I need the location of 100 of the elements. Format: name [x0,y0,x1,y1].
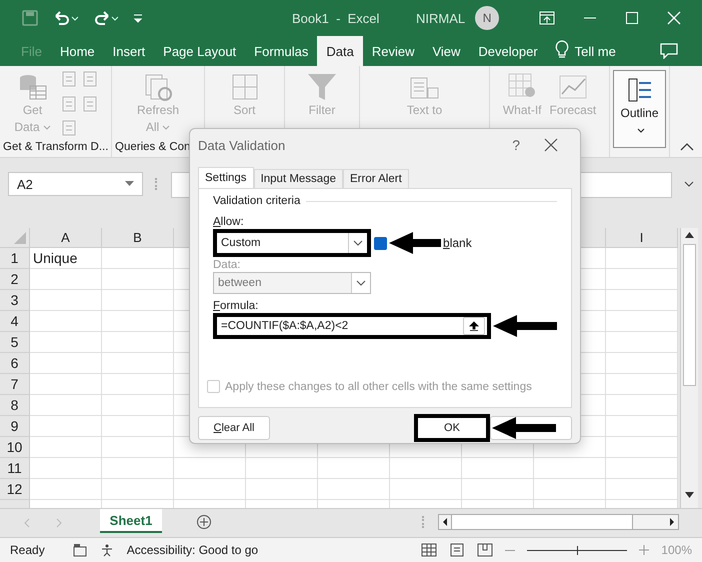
table-cell[interactable] [30,332,102,353]
checkbox[interactable] [374,236,387,250]
dialog-button[interactable]: OK [414,414,490,442]
table-cell[interactable] [102,395,174,416]
table-cell[interactable]: Unique [30,248,102,269]
row-header[interactable]: 7 [0,374,30,395]
column-header[interactable]: I [606,228,678,248]
table-cell[interactable] [102,437,174,458]
table-cell[interactable] [102,269,174,290]
column-header[interactable]: A [30,228,102,248]
row-header[interactable]: 10 [0,437,30,458]
row-header[interactable]: 8 [0,395,30,416]
resize-handle-icon[interactable] [155,178,159,190]
table-cell[interactable] [606,416,678,437]
ribbon-tab[interactable]: View [423,36,470,66]
expand-icon[interactable] [684,181,694,187]
splitter-handle-icon[interactable] [422,516,426,528]
table-cell[interactable] [318,458,390,479]
lightbulb-icon[interactable] [554,40,569,60]
horizontal-scrollbar[interactable] [438,514,679,530]
allow-dropdown[interactable]: Custom [213,229,371,257]
accessibility-status[interactable]: Accessibility: Good to go [126,543,258,557]
table-cell[interactable] [606,395,678,416]
save-icon[interactable] [22,10,38,26]
table-cell[interactable] [102,290,174,311]
vertical-scrollbar[interactable] [680,228,698,508]
small-command-icon[interactable] [80,70,98,88]
table-cell[interactable] [606,374,678,395]
ribbon-tab[interactable]: Formulas [245,36,318,66]
table-cell[interactable] [462,458,534,479]
table-cell[interactable] [606,311,678,332]
user-avatar[interactable]: N [475,6,500,30]
cell-mode-icon[interactable] [72,543,87,557]
table-cell[interactable] [30,479,102,500]
table-cell[interactable] [30,437,102,458]
page-break-view-icon[interactable] [477,543,494,557]
table-cell[interactable] [606,269,678,290]
small-command-icon[interactable] [60,70,78,88]
add-sheet-icon[interactable] [196,514,212,530]
dialog-tab[interactable]: Error Alert [343,169,409,188]
table-cell[interactable] [30,458,102,479]
row-header[interactable]: 5 [0,332,30,353]
ribbon-tab[interactable]: Developer [469,36,547,66]
ribbon-tab[interactable]: Home [50,36,104,66]
table-cell[interactable] [606,458,678,479]
sheet-tab[interactable]: Sheet1 [100,509,162,533]
collapse-ribbon-icon[interactable] [680,142,694,152]
table-cell[interactable] [606,332,678,353]
comment-icon[interactable] [660,43,678,59]
row-header[interactable]: 1 [0,248,30,269]
table-cell[interactable] [30,374,102,395]
ribbon-tab[interactable]: Data [317,36,363,66]
table-cell[interactable] [102,479,174,500]
normal-view-icon[interactable] [421,543,438,557]
table-cell[interactable] [30,290,102,311]
table-cell[interactable] [30,311,102,332]
row-header[interactable]: 12 [0,479,30,500]
table-cell[interactable] [246,479,318,500]
table-cell[interactable] [606,290,678,311]
previous-sheet-icon[interactable] [22,518,32,528]
dialog-button[interactable]: Clear All [198,416,270,440]
row-header[interactable]: 2 [0,269,30,290]
column-header[interactable]: B [102,228,174,248]
dialog-tab[interactable]: Settings [198,167,254,188]
small-command-icon[interactable] [60,94,78,113]
table-cell[interactable] [606,248,678,269]
row-header[interactable]: 6 [0,353,30,374]
row-header[interactable]: 3 [0,290,30,311]
table-cell[interactable] [462,479,534,500]
tell-me-search[interactable]: Tell me [574,36,616,66]
ribbon-tab[interactable]: Page Layout [154,36,246,66]
row-header[interactable]: 4 [0,311,30,332]
redo-icon[interactable] [92,10,118,26]
small-command-icon[interactable] [80,94,98,113]
next-sheet-icon[interactable] [54,518,64,528]
table-cell[interactable] [102,416,174,437]
small-command-icon[interactable] [60,119,78,138]
table-cell[interactable] [606,353,678,374]
table-cell[interactable] [102,311,174,332]
name-box[interactable]: A2 [8,172,143,196]
table-cell[interactable] [102,374,174,395]
table-cell[interactable] [102,332,174,353]
table-cell[interactable] [246,458,318,479]
select-all-corner[interactable] [0,228,30,248]
table-cell[interactable] [318,479,390,500]
table-cell[interactable] [390,458,462,479]
formula-field[interactable]: =COUNTIF($A:$A,A2)<2 [213,313,491,339]
ribbon-command[interactable]: Outline [613,70,666,148]
table-cell[interactable] [102,353,174,374]
table-cell[interactable] [174,458,246,479]
ribbon-tab[interactable]: Insert [104,36,154,66]
table-cell[interactable] [30,269,102,290]
zoom-in-icon[interactable] [639,545,650,555]
table-cell[interactable] [606,479,678,500]
table-cell[interactable] [534,458,606,479]
close-icon[interactable] [544,138,558,152]
dialog-tab[interactable]: Input Message [254,169,343,188]
row-header[interactable]: 9 [0,416,30,437]
table-cell[interactable] [30,416,102,437]
table-cell[interactable] [30,395,102,416]
